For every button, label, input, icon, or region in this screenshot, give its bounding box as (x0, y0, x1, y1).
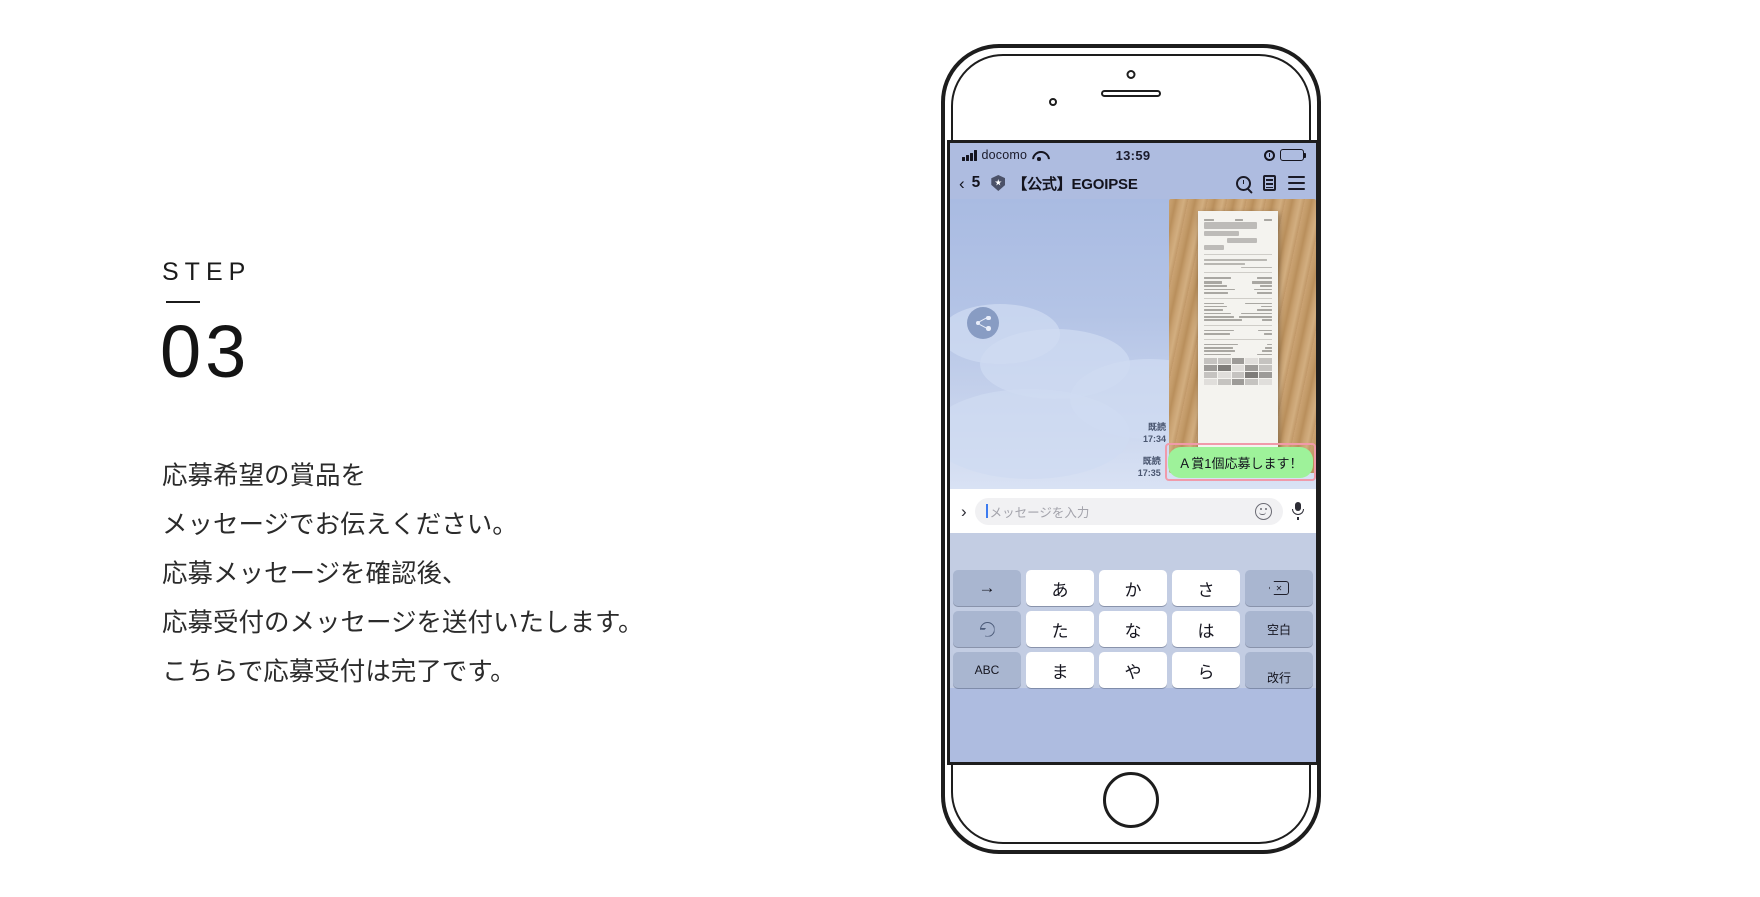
text-message-meta: 既読 17:35 (1138, 456, 1161, 481)
step-divider (166, 301, 200, 303)
status-bar-left: docomo (962, 148, 1046, 162)
undo-icon (979, 621, 995, 637)
read-receipt-label: 既読 (1142, 456, 1161, 466)
step-number: 03 (160, 310, 251, 393)
virtual-keyboard: → あ か さ ✕ た な は 空白 ABC ま や ら 改行 (950, 567, 1316, 688)
step-body-line: メッセージでお伝えください。 (162, 511, 518, 539)
redacted-region (1204, 358, 1272, 386)
text-message-row: 既読 17:35 Ａ賞1個応募します！ (1138, 443, 1316, 481)
step-body-text: 応募希望の賞品を メッセージでお伝えください。 応募メッセージを確認後、 応募受… (162, 452, 862, 697)
search-icon[interactable] (1236, 175, 1251, 191)
chat-header: ‹ 5 【公式】EGOIPSE (950, 167, 1316, 199)
key-ma[interactable]: ま (1026, 652, 1094, 688)
message-input-bar: › メッセージを入力 (950, 489, 1316, 533)
status-time: 13:59 (1115, 147, 1151, 163)
message-timestamp: 17:35 (1137, 467, 1161, 478)
key-undo[interactable] (953, 611, 1021, 647)
status-bar: docomo 13:59 (950, 143, 1316, 167)
key-sa[interactable]: さ (1172, 570, 1240, 606)
step-body-line: 応募受付のメッセージを送付いたします。 (162, 609, 644, 637)
background-cloud (950, 389, 1130, 479)
back-button[interactable]: ‹ (959, 175, 965, 192)
note-icon[interactable] (1263, 175, 1276, 191)
text-caret (985, 504, 988, 518)
photo-message-bubble[interactable] (1169, 199, 1316, 473)
text-message-bubble[interactable]: Ａ賞1個応募します！ (1168, 446, 1313, 478)
key-ya[interactable]: や (1099, 652, 1167, 688)
key-ra[interactable]: ら (1172, 652, 1240, 688)
read-receipt-label: 既読 (1147, 422, 1166, 432)
signal-bars-icon (962, 149, 977, 161)
key-na[interactable]: な (1099, 611, 1167, 647)
chat-header-actions (1236, 175, 1307, 191)
key-ha[interactable]: は (1172, 611, 1240, 647)
chat-message-list[interactable]: 既読 17:34 既読 17:35 Ａ賞1個応募します！ (950, 199, 1316, 489)
battery-full-icon (1280, 149, 1307, 161)
proximity-sensor (1049, 98, 1057, 106)
receipt-image (1198, 211, 1278, 463)
key-a[interactable]: あ (1026, 570, 1094, 606)
keyboard-suggestion-bar (950, 533, 1316, 567)
key-abc[interactable]: ABC (953, 652, 1021, 688)
wifi-icon (1032, 150, 1046, 161)
message-input-placeholder: メッセージを入力 (989, 505, 1090, 520)
step-body-line: 応募メッセージを確認後、 (162, 560, 468, 588)
message-highlight-outline: Ａ賞1個応募します！ (1164, 443, 1316, 481)
carrier-label: docomo (981, 148, 1028, 162)
expand-toolbar-button[interactable]: › (961, 503, 967, 520)
step-body-line: こちらで応募受付は完了です。 (162, 658, 516, 686)
step-heading-block: STEP 03 (160, 258, 802, 393)
microphone-icon[interactable] (1291, 502, 1305, 520)
key-space[interactable]: 空白 (1245, 611, 1313, 647)
step-label: STEP (162, 258, 252, 286)
backspace-icon: ✕ (1269, 581, 1289, 595)
key-return[interactable]: 改行 (1245, 652, 1313, 688)
phone-mockup: docomo 13:59 ‹ 5 【公式】EGOIPSE 既読 17:34 既読… (941, 44, 1321, 854)
keyboard-row: た な は 空白 (953, 611, 1313, 647)
status-bar-right (1264, 149, 1307, 161)
front-camera-icon (1126, 70, 1136, 79)
key-ka[interactable]: か (1099, 570, 1167, 606)
smiley-icon[interactable] (1255, 502, 1272, 520)
step-body-line: 応募希望の賞品を (162, 462, 367, 490)
message-input[interactable]: メッセージを入力 (974, 497, 1283, 525)
phone-screen: docomo 13:59 ‹ 5 【公式】EGOIPSE 既読 17:34 既読… (947, 140, 1319, 765)
photo-message-meta: 既読 17:34 (1143, 422, 1166, 445)
key-ta[interactable]: た (1026, 611, 1094, 647)
page-root: STEP 03 応募希望の賞品を メッセージでお伝えください。 応募メッセージを… (0, 0, 1760, 897)
hamburger-menu-icon[interactable] (1288, 176, 1305, 190)
key-backspace[interactable]: ✕ (1245, 570, 1313, 606)
chat-title: 【公式】EGOIPSE (1012, 175, 1138, 193)
alarm-clock-icon (1264, 149, 1275, 161)
earpiece-speaker (1101, 90, 1161, 97)
keyboard-row: → あ か さ ✕ (953, 570, 1313, 606)
share-icon (975, 315, 991, 331)
keyboard-row: ABC ま や ら 改行 (953, 652, 1313, 688)
home-button[interactable] (1103, 772, 1159, 828)
official-badge-icon (991, 175, 1006, 191)
share-button[interactable] (967, 307, 999, 339)
unread-count-badge: 5 (971, 174, 981, 191)
key-arrow-right[interactable]: → (953, 570, 1021, 606)
